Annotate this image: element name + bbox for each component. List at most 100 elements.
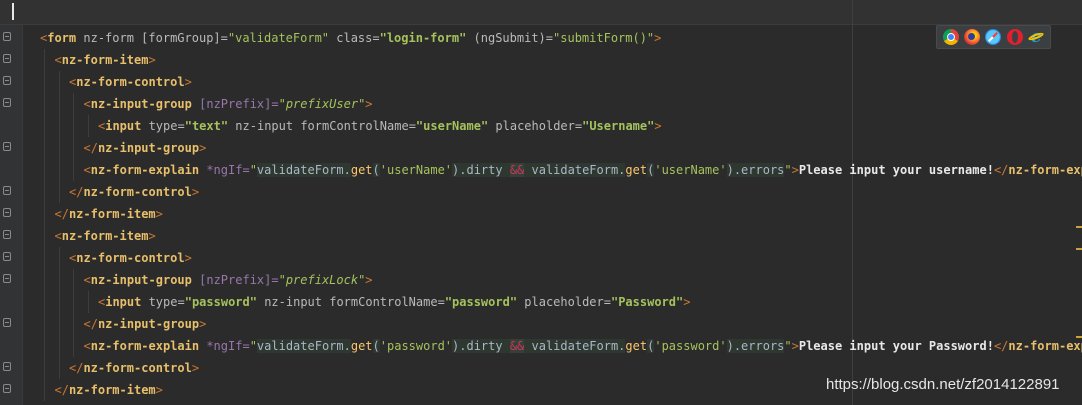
code-token: " <box>249 163 257 177</box>
code-token: > <box>199 317 207 331</box>
indent-guide <box>44 137 45 159</box>
code-token: nz-form <box>76 31 142 45</box>
indent-guide <box>44 71 45 93</box>
code-token: type= <box>141 119 185 133</box>
indent-guide <box>58 269 60 291</box>
code-token: nz-input formControlName= <box>228 119 416 133</box>
code-token: " <box>784 339 792 353</box>
indent-guide <box>58 181 60 203</box>
fold-marker-icon[interactable] <box>3 362 11 371</box>
scrollbar-marker <box>1076 336 1082 338</box>
code-line[interactable]: <nz-form-item> <box>40 49 1082 71</box>
code-token: get <box>350 163 373 177</box>
indent-guide <box>58 159 60 181</box>
indent-guide <box>58 71 60 93</box>
code-line[interactable]: </nz-form-control> <box>40 181 1082 203</box>
indent-guide <box>58 357 60 379</box>
code-token: > <box>184 75 192 89</box>
code-line[interactable]: <nz-form-control> <box>40 71 1082 93</box>
fold-marker-icon[interactable] <box>3 32 11 41</box>
fold-marker-icon[interactable] <box>3 54 11 63</box>
indent-guide <box>44 203 45 225</box>
firefox-icon[interactable] <box>964 29 981 45</box>
fold-marker-icon[interactable] <box>3 384 11 393</box>
code-token: ).errors <box>726 339 785 353</box>
code-token: get <box>350 339 373 353</box>
indent-guide <box>73 313 74 335</box>
code-token: nz-form-explain <box>90 339 200 353</box>
fold-marker-icon[interactable] <box>3 208 11 217</box>
opera-icon[interactable] <box>1006 29 1023 45</box>
code-line[interactable]: </nz-input-group> <box>40 313 1082 335</box>
code-token: > <box>365 97 373 111</box>
code-line[interactable]: <nz-input-group [nzPrefix]="prefixUser"> <box>40 93 1082 115</box>
browser-preview-toolbar: e <box>936 25 1051 49</box>
fold-marker-icon[interactable] <box>3 318 11 327</box>
code-token: ).dirty <box>452 163 510 177</box>
code-line[interactable]: <nz-form-control> <box>40 247 1082 269</box>
scrollbar-marker <box>1076 226 1082 228</box>
code-token: ).errors <box>726 163 785 177</box>
ie-icon[interactable]: e <box>1028 29 1044 46</box>
code-token: get <box>625 339 648 353</box>
code-token: validateForm. <box>524 163 626 177</box>
code-line[interactable]: </nz-input-group> <box>40 137 1082 159</box>
code-token: validateForm. <box>256 339 351 353</box>
indent-guide <box>73 269 74 291</box>
code-token: nz-form-explain <box>90 163 200 177</box>
code-line[interactable]: <nz-form-explain *ngIf="validateForm.get… <box>40 335 1082 357</box>
fold-marker-icon[interactable] <box>3 274 11 283</box>
indent-guide <box>44 159 45 181</box>
code-token: nz-form-item <box>61 229 149 243</box>
code-line[interactable]: </nz-form-item> <box>40 203 1082 225</box>
code-token: && <box>509 339 525 353</box>
code-token: "password" <box>184 295 257 309</box>
code-line[interactable]: <input type="password" nz-input formCont… <box>40 291 1082 313</box>
code-token: nz-form-control <box>76 75 185 89</box>
code-token: > <box>654 119 662 133</box>
code-token: nz-form-control <box>83 185 192 199</box>
code-line[interactable]: <nz-form-item> <box>40 225 1082 247</box>
code-token: > <box>791 339 799 353</box>
code-token: nz-input-group <box>97 141 200 155</box>
code-token: < <box>83 97 91 111</box>
code-token: "prefixUser" <box>278 97 366 111</box>
code-token: (ngSubmit)= <box>466 31 554 45</box>
code-token: > <box>199 141 207 155</box>
code-line[interactable]: <form nz-form [formGroup]="validateForm"… <box>40 27 1082 49</box>
fold-marker-icon[interactable] <box>3 230 11 239</box>
indent-guide <box>58 291 60 313</box>
indent-guide <box>44 357 45 379</box>
indent-guide <box>44 313 45 335</box>
code-token: [nzPrefix]= <box>191 273 279 287</box>
code-line[interactable]: <nz-input-group [nzPrefix]="prefixLock"> <box>40 269 1082 291</box>
code-line[interactable]: <nz-form-explain *ngIf="validateForm.get… <box>40 159 1082 181</box>
code-area[interactable]: < form nz-form [formGroup]="validateForm"… <box>40 27 1082 405</box>
indent-guide <box>58 335 60 357</box>
fold-marker-icon[interactable] <box>3 142 11 151</box>
code-token: "prefixLock" <box>278 273 366 287</box>
code-token: nz-form-explain <box>1008 163 1082 177</box>
fold-marker-icon[interactable] <box>3 98 11 107</box>
editor-tab-bar <box>0 0 1082 25</box>
text-caret <box>12 3 14 20</box>
code-token: 'userName' <box>379 163 453 177</box>
code-token: form <box>47 31 77 45</box>
fold-marker-icon[interactable] <box>3 186 11 195</box>
chrome-icon[interactable] <box>942 29 959 45</box>
code-token: </ <box>83 141 98 155</box>
code-token: > <box>191 361 200 375</box>
indent-guide <box>44 379 45 401</box>
code-token: nz-input formControlName= <box>256 295 445 309</box>
code-token: > <box>148 229 156 243</box>
code-token: placeholder= <box>517 295 611 309</box>
indent-guide <box>58 93 60 115</box>
code-token: 'password' <box>379 339 453 353</box>
fold-marker-icon[interactable] <box>3 252 11 261</box>
safari-icon[interactable] <box>985 29 1002 45</box>
indent-guide <box>44 115 45 137</box>
code-token: </ <box>993 339 1009 353</box>
code-line[interactable]: <input type="text" nz-input formControlN… <box>40 115 1082 137</box>
fold-marker-icon[interactable] <box>3 76 11 85</box>
code-token: < <box>54 229 62 243</box>
